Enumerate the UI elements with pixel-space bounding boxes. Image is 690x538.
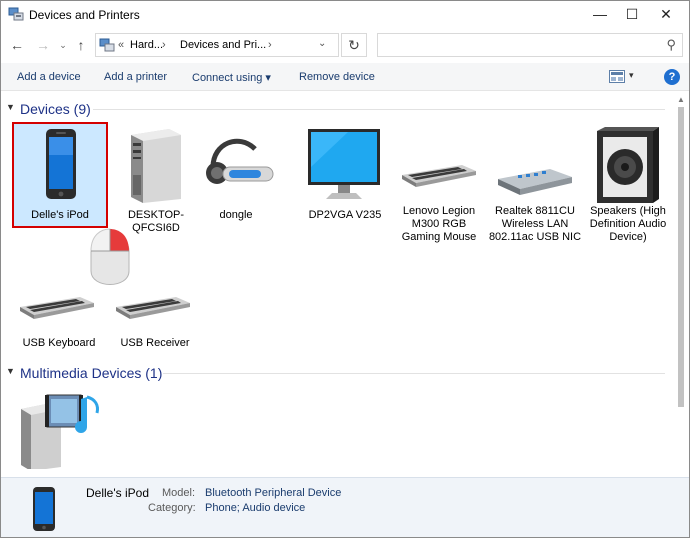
window-title: Devices and Printers (29, 8, 140, 22)
device-item-realtek-nic[interactable]: Realtek 8811CU Wireless LAN 802.11ac USB… (488, 123, 582, 244)
add-printer-button[interactable]: Add a printer (104, 71, 167, 83)
device-item-lenovo-mouse[interactable]: Lenovo Legion M300 RGB Gaming Mouse (392, 123, 486, 244)
devices-and-printers-window: Devices and Printers — ☐ ✕ ← → ⌄ ↑ « Har… (0, 0, 690, 538)
device-item-monitor[interactable]: DP2VGA V235 (298, 123, 392, 222)
breadcrumb-overflow[interactable]: « (118, 39, 124, 51)
breadcrumb-separator[interactable]: › (268, 39, 272, 51)
connect-using-button[interactable]: Connect using ▾ (192, 71, 271, 84)
group-divider (93, 109, 665, 110)
device-label: DP2VGA V235 (308, 209, 382, 221)
media-server-icon (21, 394, 99, 471)
devices-printers-icon (8, 7, 24, 21)
scroll-thumb[interactable] (678, 107, 684, 407)
remove-device-button[interactable]: Remove device (299, 71, 375, 83)
search-input[interactable]: ⚲ (377, 33, 683, 57)
device-label: USB Receiver (120, 337, 190, 349)
group-divider (163, 373, 665, 374)
keyboard-icon (402, 165, 476, 187)
breadcrumb-hardware[interactable]: Hard... (130, 39, 163, 51)
group-header-multimedia[interactable]: ▼ Multimedia Devices (1) (1, 363, 673, 383)
refresh-button[interactable]: ↻ (341, 33, 367, 57)
collapse-chevron-icon[interactable]: ▼ (6, 102, 15, 112)
monitor-icon (308, 129, 380, 199)
device-item-media-server[interactable] (11, 387, 105, 471)
headset-icon (206, 138, 274, 184)
details-category-label: Category: (148, 502, 196, 514)
device-item-speakers[interactable]: Speakers (High Definition Audio Device) (581, 123, 673, 244)
address-bar[interactable]: « Hard... › Devices and Pri... › ⌄ (95, 33, 339, 57)
device-item-delles-ipod[interactable]: Delle's iPod (12, 122, 108, 228)
details-device-name: Delle's iPod (86, 486, 149, 500)
breadcrumb-devices-printers[interactable]: Devices and Pri... (180, 39, 266, 51)
address-dropdown-icon[interactable]: ⌄ (318, 38, 326, 49)
view-dropdown-icon[interactable]: ▾ (629, 70, 634, 81)
device-item-dongle[interactable]: dongle (189, 123, 283, 222)
scroll-up-icon[interactable]: ▲ (677, 95, 685, 104)
breadcrumb-separator[interactable]: › (162, 39, 166, 51)
network-adapter-icon (498, 169, 572, 195)
add-device-button[interactable]: Add a device (17, 71, 81, 83)
command-bar: Add a device Add a printer Connect using… (1, 63, 689, 91)
group-title: Multimedia Devices (1) (20, 365, 163, 381)
details-model-value: Bluetooth Peripheral Device (205, 487, 342, 499)
back-button[interactable]: ← (7, 35, 27, 55)
maximize-button[interactable]: ☐ (615, 1, 649, 29)
change-view-icon[interactable] (609, 70, 625, 83)
search-icon[interactable]: ⚲ (666, 37, 676, 53)
up-button[interactable]: ↑ (71, 35, 91, 55)
device-label: Speakers (High Definition Audio Device) (589, 205, 667, 243)
navigation-bar: ← → ⌄ ↑ « Hard... › Devices and Pri... ›… (1, 29, 689, 61)
group-title: Devices (9) (20, 101, 91, 117)
phone-icon (33, 487, 55, 531)
device-list: ▼ Devices (9) Delle's iPod DESKTOP-QFCSI… (1, 93, 673, 477)
collapse-chevron-icon[interactable]: ▼ (6, 366, 15, 376)
minimize-button[interactable]: — (583, 1, 617, 29)
device-label: USB Keyboard (22, 337, 96, 349)
vertical-scrollbar[interactable]: ▲ (673, 93, 689, 477)
device-label: dongle (219, 209, 253, 221)
close-button[interactable]: ✕ (649, 1, 683, 29)
speaker-icon (597, 127, 659, 203)
devices-printers-icon (99, 38, 115, 52)
group-header-devices[interactable]: ▼ Devices (9) (1, 99, 673, 119)
forward-button[interactable]: → (33, 35, 53, 55)
mouse-overlay-icon (90, 228, 130, 285)
details-model-label: Model: (162, 487, 196, 499)
help-icon[interactable]: ? (664, 69, 680, 85)
device-label: Delle's iPod (31, 209, 89, 221)
device-label: Lenovo Legion M300 RGB Gaming Mouse (401, 205, 477, 243)
recent-locations-button[interactable]: ⌄ (53, 35, 73, 55)
device-label: Realtek 8811CU Wireless LAN 802.11ac USB… (488, 205, 582, 243)
title-bar: Devices and Printers — ☐ ✕ (1, 1, 689, 29)
details-pane: Delle's iPod Model: Bluetooth Peripheral… (1, 477, 689, 537)
details-category-value: Phone; Audio device (205, 502, 306, 514)
phone-icon (46, 129, 76, 199)
